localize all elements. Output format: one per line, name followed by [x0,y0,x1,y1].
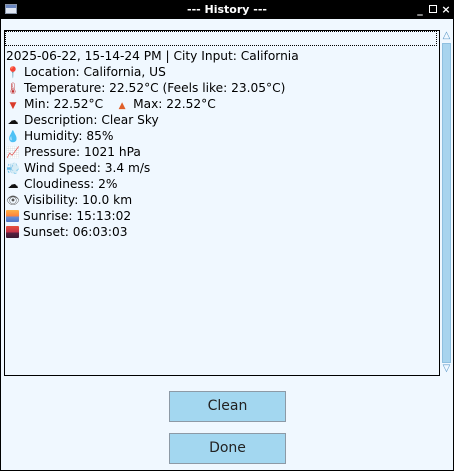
maximize-button[interactable] [427,2,439,18]
temperature-line: 🌡 Temperature: 22.52°C (Feels like: 23.05… [6,80,436,96]
maximize-icon [429,5,437,13]
scroll-thumb[interactable] [442,43,451,363]
history-text-area[interactable]: 2025-06-22, 15-14-24 PM | City Input: Ca… [4,30,440,376]
visibility-text: Visibility: 10.0 km [24,193,133,207]
sunrise-text: Sunrise: 15:13:02 [23,209,132,223]
min-text: Min: 22.52°C [24,97,104,111]
vertical-scrollbar[interactable]: △ ▽ [440,30,453,376]
scroll-down-arrow-icon[interactable]: ▽ [441,363,452,375]
text-cursor-line [5,31,437,46]
visibility-line: 👁 Visibility: 10.0 km [6,192,436,208]
pressure-text: Pressure: 1021 hPa [24,145,141,159]
sunrise-icon [6,210,19,222]
sunrise-line: Sunrise: 15:13:02 [6,208,436,224]
droplet-icon: 💧 [6,130,20,143]
location-line: 📍 Location: California, US [6,64,436,80]
wind-icon: 💨 [6,162,20,175]
close-button[interactable]: × [440,2,452,18]
wind-speed-text: Wind Speed: 3.4 m/s [24,161,151,175]
humidity-text: Humidity: 85% [24,129,114,143]
minimize-button[interactable]: _ [414,2,426,18]
description-text: Description: Clear Sky [24,113,159,127]
eye-icon: 👁 [6,194,20,207]
pressure-line: 📈 Pressure: 1021 hPa [6,144,436,160]
thermometer-icon: 🌡 [6,82,20,95]
cloud-icon: ☁ [7,178,19,191]
sunset-text: Sunset: 06:03:03 [23,225,128,239]
history-window: --- History --- _ × 2025-06-22, 15-14-24… [0,0,454,471]
cloud-icon: ☁ [7,114,19,127]
title-bar[interactable]: --- History --- _ × [1,1,453,19]
chart-increasing-icon: 📈 [6,146,20,159]
min-max-line: ▼ Min: 22.52°C ▲ Max: 22.52°C [6,96,436,112]
humidity-line: 💧 Humidity: 85% [6,128,436,144]
round-pushpin-icon: 📍 [6,66,20,79]
clean-button[interactable]: Clean [169,391,286,422]
cloudiness-line: ☁ Cloudiness: 2% [6,176,436,192]
sunset-line: Sunset: 06:03:03 [6,224,436,240]
scroll-up-arrow-icon[interactable]: △ [441,30,452,42]
entry-header: 2025-06-22, 15-14-24 PM | City Input: Ca… [6,49,299,63]
wind-speed-line: 💨 Wind Speed: 3.4 m/s [6,160,436,176]
cloudiness-text: Cloudiness: 2% [24,177,118,191]
window-title: --- History --- [187,3,267,16]
location-text: Location: California, US [24,65,166,79]
sunset-icon [6,226,19,238]
done-button[interactable]: Done [169,433,286,464]
description-line: ☁ Description: Clear Sky [6,112,436,128]
temperature-text: Temperature: 22.52°C (Feels like: 23.05°… [24,81,286,95]
history-lines: 2025-06-22, 15-14-24 PM | City Input: Ca… [6,48,436,240]
max-text: Max: 22.52°C [133,97,216,111]
